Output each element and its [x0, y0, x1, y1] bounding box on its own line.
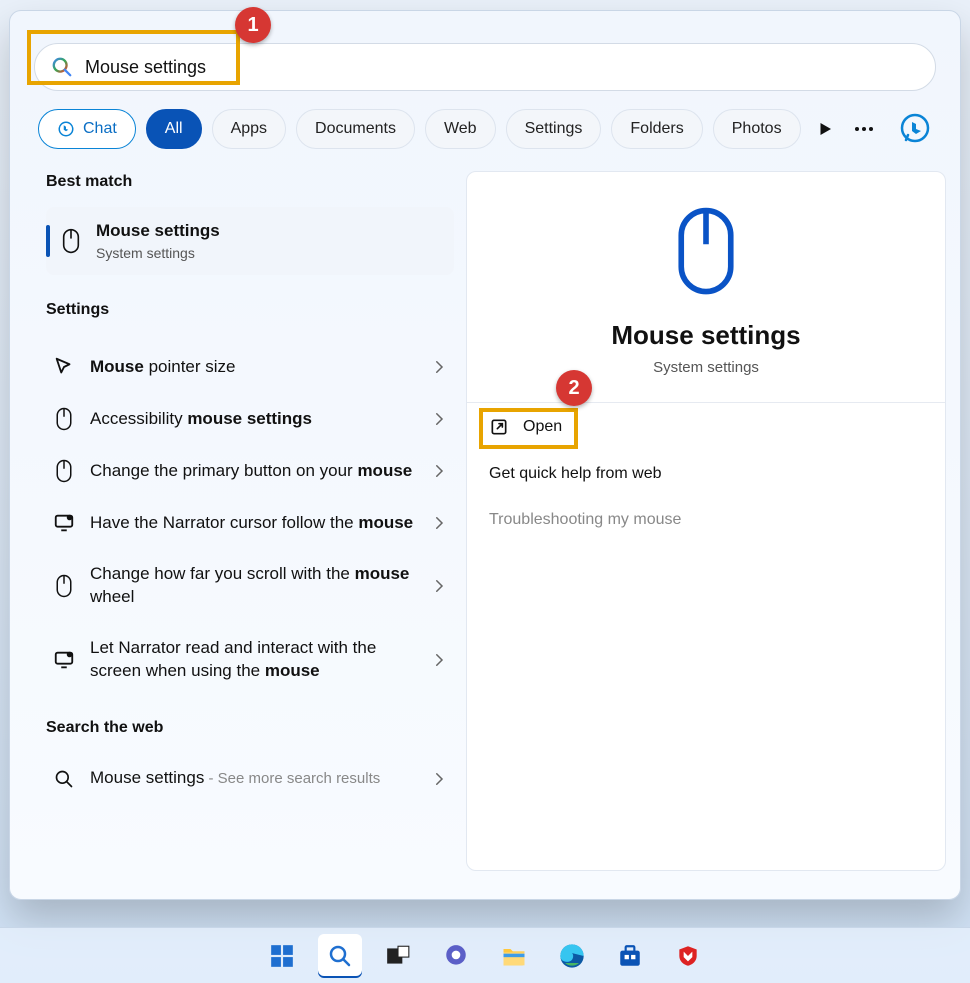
mouse-icon: [58, 228, 84, 254]
bing-chat-icon[interactable]: [898, 112, 932, 146]
search-icon: [54, 769, 74, 789]
mouse-icon: [55, 574, 73, 598]
search-icon: [328, 944, 352, 968]
chevron-right-icon: [430, 577, 448, 595]
filter-apps-label: Apps: [231, 120, 267, 138]
filter-photos-label: Photos: [732, 120, 782, 138]
web-result-item[interactable]: Mouse settings - See more search results: [46, 753, 454, 805]
filter-row: Chat All Apps Documents Web Settings Fol…: [38, 109, 932, 149]
section-settings: Settings: [46, 301, 454, 319]
mcafee-icon: [675, 943, 701, 969]
web-result-label: Mouse settings - See more search results: [90, 767, 416, 790]
settings-item-label: Let Narrator read and interact with the …: [90, 637, 416, 683]
taskbar-mcafee[interactable]: [666, 934, 710, 978]
monitor-icon: [53, 649, 75, 671]
play-icon[interactable]: [816, 120, 834, 138]
taskbar: [0, 927, 970, 983]
quick-help-label: Get quick help from web: [489, 465, 662, 483]
taskview-icon: [385, 943, 411, 969]
filter-documents[interactable]: Documents: [296, 109, 415, 149]
search-panel: Mouse settings Chat All Apps Documents W…: [9, 10, 961, 900]
settings-item-label: Change the primary button on your mouse: [90, 460, 416, 483]
settings-list: Mouse pointer size Accessibility mouse s…: [46, 341, 454, 697]
settings-item-accessibility-mouse[interactable]: Accessibility mouse settings: [46, 393, 454, 445]
filter-chat-label: Chat: [83, 120, 117, 138]
filter-settings-label: Settings: [525, 120, 583, 138]
section-best-match: Best match: [46, 173, 454, 191]
taskbar-search[interactable]: [318, 934, 362, 978]
detail-pane: Mouse settings System settings Open Get …: [466, 171, 946, 871]
pointer-icon: [53, 356, 75, 378]
monitor-icon: [53, 512, 75, 534]
filter-all[interactable]: All: [146, 109, 202, 149]
settings-item-pointer-size[interactable]: Mouse pointer size: [46, 341, 454, 393]
taskbar-chat[interactable]: [434, 934, 478, 978]
filter-web-label: Web: [444, 120, 477, 138]
folder-icon: [500, 942, 528, 970]
troubleshoot-label: Troubleshooting my mouse: [489, 511, 681, 529]
settings-item-primary-button[interactable]: Change the primary button on your mouse: [46, 445, 454, 497]
annotation-badge-2: 2: [556, 370, 592, 406]
filter-web[interactable]: Web: [425, 109, 496, 149]
annotation-badge-1: 1: [235, 7, 271, 43]
taskbar-explorer[interactable]: [492, 934, 536, 978]
settings-item-label: Accessibility mouse settings: [90, 408, 416, 431]
detail-subtitle: System settings: [653, 359, 759, 376]
filter-photos[interactable]: Photos: [713, 109, 801, 149]
chat-icon: [443, 943, 469, 969]
store-icon: [617, 943, 643, 969]
chevron-right-icon: [430, 462, 448, 480]
mouse-icon: [55, 407, 73, 431]
chevron-right-icon: [430, 770, 448, 788]
results-column: Best match Mouse settings System setting…: [46, 173, 454, 805]
taskbar-taskview[interactable]: [376, 934, 420, 978]
chevron-right-icon: [430, 514, 448, 532]
detail-title: Mouse settings: [611, 320, 800, 351]
taskbar-edge[interactable]: [550, 934, 594, 978]
filter-chat[interactable]: Chat: [38, 109, 136, 149]
filter-folders[interactable]: Folders: [611, 109, 702, 149]
settings-item-scroll-wheel[interactable]: Change how far you scroll with the mouse…: [46, 549, 454, 623]
best-match-item[interactable]: Mouse settings System settings: [46, 207, 454, 275]
best-match-title: Mouse settings: [96, 221, 220, 241]
taskbar-start[interactable]: [260, 934, 304, 978]
filter-settings[interactable]: Settings: [506, 109, 602, 149]
more-icon[interactable]: [852, 117, 876, 141]
troubleshoot-row[interactable]: Troubleshooting my mouse: [479, 497, 933, 543]
mouse-icon: [55, 459, 73, 483]
best-match-subtitle: System settings: [96, 245, 220, 261]
bing-icon: [57, 120, 75, 138]
settings-item-label: Mouse pointer size: [90, 356, 416, 379]
settings-item-narrator-read[interactable]: Let Narrator read and interact with the …: [46, 623, 454, 697]
filter-documents-label: Documents: [315, 120, 396, 138]
annotation-highlight-1: [27, 30, 240, 85]
mouse-large-icon: [670, 206, 742, 296]
filter-folders-label: Folders: [630, 120, 683, 138]
chevron-right-icon: [430, 358, 448, 376]
filter-all-label: All: [165, 120, 183, 138]
settings-item-label: Have the Narrator cursor follow the mous…: [90, 512, 416, 535]
chevron-right-icon: [430, 410, 448, 428]
filter-apps[interactable]: Apps: [212, 109, 286, 149]
taskbar-store[interactable]: [608, 934, 652, 978]
quick-help-row[interactable]: Get quick help from web: [479, 451, 933, 497]
settings-item-label: Change how far you scroll with the mouse…: [90, 563, 416, 609]
settings-item-narrator-follow[interactable]: Have the Narrator cursor follow the mous…: [46, 497, 454, 549]
windows-icon: [269, 943, 295, 969]
edge-icon: [558, 942, 586, 970]
section-search-web: Search the web: [46, 719, 454, 737]
chevron-right-icon: [430, 651, 448, 669]
annotation-highlight-2: [479, 408, 578, 449]
